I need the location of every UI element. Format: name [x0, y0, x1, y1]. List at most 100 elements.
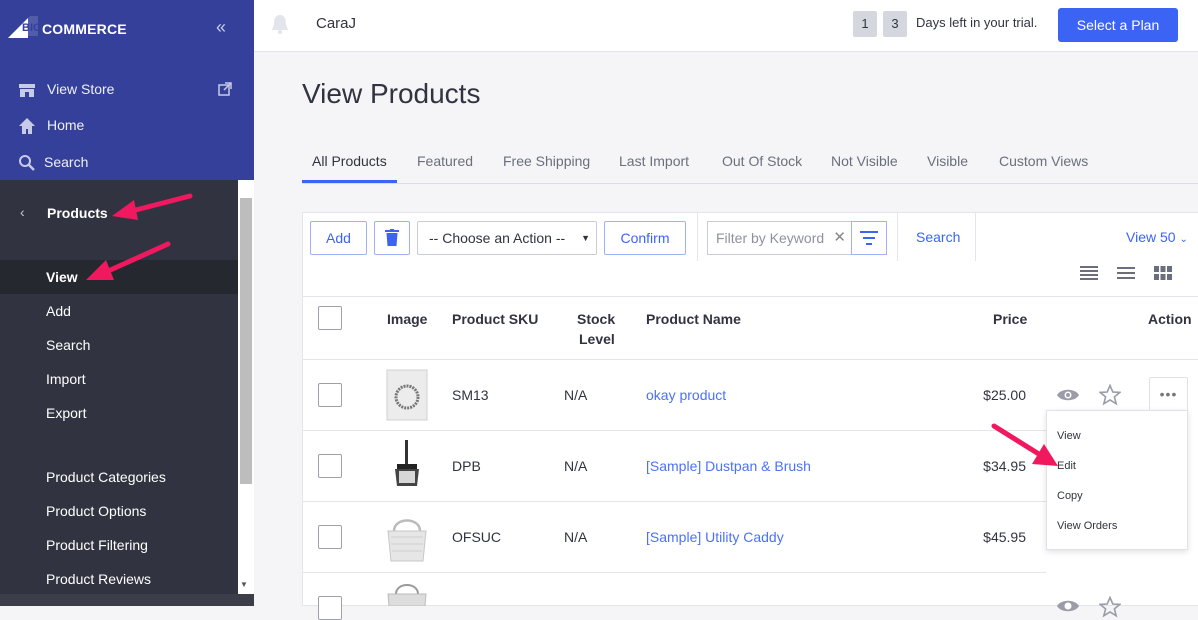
tab-out-of-stock[interactable]: Out Of Stock [722, 153, 802, 169]
subitem-label: Product Categories [46, 469, 166, 485]
sidebar: BIG COMMERCE « View Store Home Search ‹ … [0, 0, 254, 606]
column-header-price[interactable]: Price [993, 311, 1027, 327]
eye-icon[interactable] [1056, 387, 1080, 403]
tab-not-visible[interactable]: Not Visible [831, 153, 898, 169]
stock-level: N/A [564, 387, 588, 403]
sidebar-subitem-product-filtering[interactable]: Product Filtering [0, 528, 238, 562]
products-section-label: Products [47, 205, 108, 221]
list-view-icon[interactable] [1117, 266, 1135, 280]
sidebar-subitem-view[interactable]: View [0, 260, 238, 294]
search-icon [19, 155, 35, 171]
column-header-sku[interactable]: Product SKU [452, 311, 538, 327]
menu-item-copy[interactable]: Copy [1057, 490, 1083, 502]
table-divider [302, 359, 1198, 360]
action-dropdown-menu: View Edit Copy View Orders [1046, 410, 1188, 550]
product-sku: OFSUC [452, 529, 501, 545]
confirm-button[interactable]: Confirm [604, 221, 686, 255]
sidebar-item-label: Home [47, 117, 85, 133]
tab-all-products[interactable]: All Products [312, 153, 387, 169]
sidebar-subitem-product-reviews[interactable]: Product Reviews [0, 562, 238, 596]
table-divider [302, 296, 1198, 297]
tab-featured[interactable]: Featured [417, 153, 473, 169]
subitem-label: Product Reviews [46, 571, 152, 587]
sidebar-item-label: View Store [47, 81, 115, 97]
sidebar-item-view-store[interactable]: View Store [0, 72, 254, 108]
product-thumbnail-icon[interactable] [386, 511, 428, 563]
row-checkbox[interactable] [318, 596, 342, 620]
page-title: View Products [302, 78, 481, 109]
clear-icon[interactable]: ✕ [833, 222, 846, 254]
star-icon[interactable] [1099, 384, 1121, 406]
products-section-header[interactable]: ‹ Products [0, 180, 238, 246]
dropdown-arrow-icon: ▼ [581, 233, 590, 243]
grid-view-icon[interactable] [1154, 266, 1172, 280]
more-actions-button[interactable]: ••• [1149, 377, 1188, 413]
delete-button[interactable] [374, 221, 410, 255]
subitem-label: View [46, 269, 78, 285]
compact-list-view-icon[interactable] [1080, 266, 1098, 280]
filter-lines-icon [860, 231, 878, 245]
menu-item-view-orders[interactable]: View Orders [1057, 520, 1117, 532]
tab-visible[interactable]: Visible [927, 153, 968, 169]
tab-free-shipping[interactable]: Free Shipping [503, 153, 590, 169]
scroll-down-arrow-icon[interactable]: ▼ [240, 580, 248, 589]
product-name-link[interactable]: okay product [646, 387, 726, 403]
product-sku: SM13 [452, 387, 489, 403]
sidebar-subitem-import[interactable]: Import [0, 362, 238, 396]
search-button[interactable]: Search [916, 229, 960, 245]
sidebar-item-search[interactable]: Search [0, 145, 254, 181]
trial-day-digit: 1 [853, 11, 877, 37]
sidebar-scroll-thumb[interactable] [240, 198, 252, 484]
table-divider [302, 572, 1046, 573]
store-icon [19, 84, 35, 97]
sidebar-subitem-search[interactable]: Search [0, 328, 238, 362]
product-price: $45.95 [983, 529, 1026, 545]
external-link-icon[interactable] [218, 82, 232, 96]
sidebar-top: BIG COMMERCE « View Store Home Search [0, 0, 254, 180]
product-sku: DPB [452, 458, 481, 474]
tab-custom-views[interactable]: Custom Views [999, 153, 1088, 169]
column-header-name[interactable]: Product Name [646, 311, 741, 327]
filter-options-button[interactable] [851, 221, 887, 255]
sidebar-subitem-product-options[interactable]: Product Options [0, 494, 238, 528]
add-product-button[interactable]: Add [310, 221, 367, 255]
row-checkbox[interactable] [318, 383, 342, 407]
store-name: CaraJ [316, 15, 357, 32]
product-thumbnail-icon[interactable] [386, 369, 428, 421]
menu-item-view[interactable]: View [1057, 430, 1081, 442]
column-header-stock[interactable]: Stock [577, 311, 615, 327]
view-count-dropdown[interactable]: View 50 ⌄ [1126, 229, 1188, 245]
collapse-sidebar-icon[interactable]: « [216, 17, 226, 37]
star-icon[interactable] [1099, 596, 1121, 618]
menu-item-edit[interactable]: Edit [1057, 460, 1076, 472]
store-logo-icon [272, 15, 288, 34]
stock-level: N/A [564, 458, 588, 474]
sidebar-item-home[interactable]: Home [0, 108, 254, 144]
sidebar-subitem-product-categories[interactable]: Product Categories [0, 460, 238, 494]
select-plan-button[interactable]: Select a Plan [1058, 8, 1178, 42]
row-checkbox[interactable] [318, 454, 342, 478]
row-checkbox[interactable] [318, 525, 342, 549]
column-header-image: Image [387, 311, 428, 327]
stock-level: N/A [564, 529, 588, 545]
product-thumbnail-icon[interactable] [390, 440, 424, 492]
subitem-label: Import [46, 371, 86, 387]
home-icon [19, 118, 35, 134]
select-all-checkbox[interactable] [318, 306, 342, 330]
tab-last-import[interactable]: Last Import [619, 153, 689, 169]
keyword-filter-input[interactable]: Filter by Keyword ✕ [707, 221, 852, 255]
subitem-label: Add [46, 303, 71, 319]
bulk-action-value: -- Choose an Action -- [429, 230, 566, 246]
column-header-stock-level[interactable]: Level [579, 331, 615, 347]
subitem-label: Search [46, 337, 91, 353]
bulk-action-select[interactable]: -- Choose an Action -- ▼ [417, 221, 597, 255]
logo-big-text: BIG [22, 22, 42, 34]
product-thumbnail-icon[interactable] [386, 580, 428, 606]
sidebar-footer [0, 594, 254, 606]
product-name-link[interactable]: [Sample] Dustpan & Brush [646, 458, 811, 474]
product-name-link[interactable]: [Sample] Utility Caddy [646, 529, 784, 545]
eye-icon[interactable] [1056, 598, 1080, 614]
toolbar-divider [897, 213, 898, 261]
sidebar-subitem-export[interactable]: Export [0, 396, 238, 430]
sidebar-subitem-add[interactable]: Add [0, 294, 238, 328]
